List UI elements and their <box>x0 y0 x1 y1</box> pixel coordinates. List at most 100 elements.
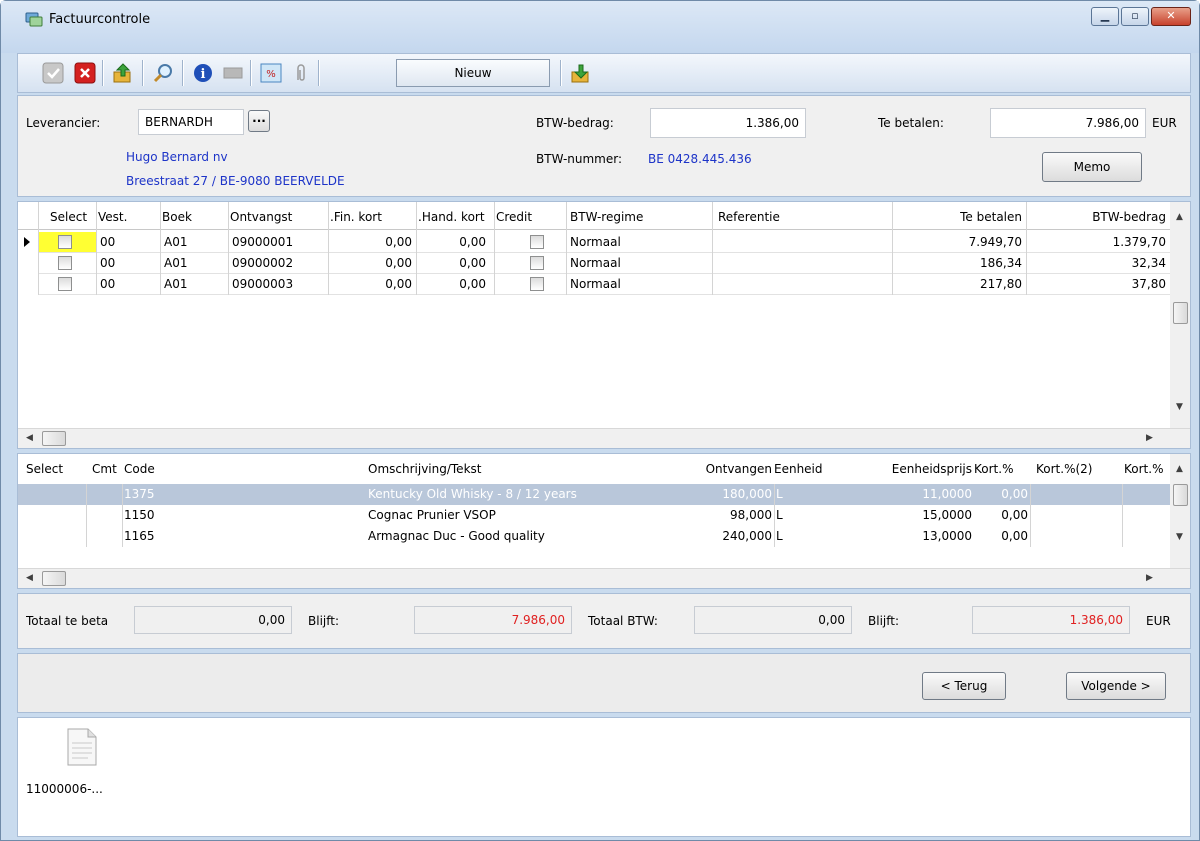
minimize-button[interactable]: ▁ <box>1091 7 1119 26</box>
table-row[interactable]: 1165 Armagnac Duc - Good quality 240,000 L 1… <box>18 526 1170 547</box>
cell-ontvangst: 09000001 <box>232 235 294 249</box>
cell-eenheidsprijs: 15,0000 <box>922 508 972 522</box>
nieuw-button[interactable]: Nieuw <box>396 59 550 87</box>
blank-icon[interactable] <box>222 62 244 84</box>
table-row[interactable]: 00 A01 09000001 0,00 0,00 Normaal 7.949,70 1.37… <box>18 232 1170 253</box>
invoice-hscrollbar[interactable]: ◀ ▶ <box>18 428 1190 448</box>
cell-vest: 00 <box>100 256 116 270</box>
cell-boek: A01 <box>164 277 188 291</box>
svg-text:%: % <box>266 69 276 80</box>
col-boek[interactable]: Boek <box>162 210 222 224</box>
line-col-kort3[interactable]: Kort.% <box>1124 462 1168 476</box>
grid-column-divider <box>96 202 97 295</box>
table-row[interactable]: 00 A01 09000002 0,00 0,00 Normaal 186,34 32,34 <box>18 253 1170 274</box>
credit-checkbox[interactable] <box>530 235 544 249</box>
lines-hscroll-thumb[interactable] <box>42 571 66 586</box>
maximize-button[interactable]: ▫ <box>1121 7 1149 26</box>
col-ontvangst[interactable]: Ontvangst <box>230 210 330 224</box>
cell-eenheidsprijs: 13,0000 <box>922 529 972 543</box>
grid-column-divider <box>892 202 893 295</box>
grid-column-divider <box>160 202 161 295</box>
select-checkbox[interactable] <box>58 277 72 291</box>
grid-column-divider <box>328 202 329 295</box>
line-col-eenheid[interactable]: Eenheid <box>774 462 844 476</box>
row-divider <box>38 294 1170 295</box>
totaal-te-betalen-field[interactable]: 0,00 <box>134 606 292 634</box>
attachment-filename[interactable]: 11000006-... <box>26 782 103 796</box>
btw-bedrag-field[interactable]: 1.386,00 <box>650 108 806 138</box>
invoice-vscroll-thumb[interactable] <box>1173 302 1188 324</box>
col-fin-kort[interactable]: Fin. kort. <box>330 210 414 224</box>
table-row[interactable]: 1375 Kentucky Old Whisky - 8 / 12 years 18… <box>18 484 1170 505</box>
col-select[interactable]: Select <box>50 210 96 224</box>
totaal-btw-field[interactable]: 0,00 <box>694 606 852 634</box>
select-checkbox[interactable] <box>58 256 72 270</box>
cell-kort: 0,00 <box>1001 487 1028 501</box>
cell-code: 1150 <box>124 508 155 522</box>
grid-column-divider <box>774 484 775 547</box>
table-row[interactable]: 1150 Cognac Prunier VSOP 98,000 L 15,0000 0,0… <box>18 505 1170 526</box>
col-credit[interactable]: Credit <box>496 210 556 224</box>
next-button[interactable]: Volgende > <box>1066 672 1166 700</box>
grid-column-divider <box>122 484 123 547</box>
memo-button[interactable]: Memo <box>1042 152 1142 182</box>
col-btw-regime[interactable]: BTW-regime <box>570 210 690 224</box>
line-col-cmt[interactable]: Cmt <box>92 462 122 476</box>
window: Factuurcontrole ▁ ▫ ✕ i % Nieuw Leveranc… <box>0 0 1200 841</box>
line-col-select[interactable]: Select <box>26 462 76 476</box>
lines-vscroll-thumb[interactable] <box>1173 484 1188 506</box>
toolbar-separator <box>560 60 562 86</box>
close-button[interactable]: ✕ <box>1151 7 1191 26</box>
line-col-eenheidsprijs[interactable]: Eenheidsprijs <box>848 462 972 476</box>
info-icon[interactable]: i <box>192 62 214 84</box>
blijft-btw-label: Blijft: <box>868 614 899 628</box>
line-col-code[interactable]: Code <box>124 462 204 476</box>
select-checkbox[interactable] <box>58 235 72 249</box>
toolbar-separator <box>250 60 252 86</box>
supplier-address: Breestraat 27 / BE-9080 BEERVELDE <box>126 174 345 188</box>
navigation-panel: < Terug Volgende > <box>17 653 1191 713</box>
credit-checkbox[interactable] <box>530 256 544 270</box>
blijft-btw-field[interactable]: 1.386,00 <box>972 606 1130 634</box>
col-te-betalen[interactable]: Te betalen <box>898 210 1022 224</box>
invoice-vscrollbar[interactable]: ▲ ▼ <box>1170 202 1190 428</box>
cell-hand-kort: 0,00 <box>459 235 486 249</box>
credit-checkbox[interactable] <box>530 277 544 291</box>
line-col-omschrijving[interactable]: Omschrijving/Tekst <box>368 462 568 476</box>
blijft-te-betalen-field[interactable]: 7.986,00 <box>414 606 572 634</box>
search-icon[interactable] <box>152 62 174 84</box>
cancel-icon[interactable] <box>74 62 96 84</box>
totaal-btw-label: Totaal BTW: <box>588 614 658 628</box>
document-icon[interactable] <box>66 728 98 766</box>
col-btw-bedrag[interactable]: BTW-bedrag <box>1038 210 1166 224</box>
table-row[interactable]: 00 A01 09000003 0,00 0,00 Normaal 217,80 37,80 <box>18 274 1170 295</box>
lines-vscrollbar[interactable]: ▲ ▼ <box>1170 454 1190 568</box>
leverancier-input[interactable]: BERNARDH <box>138 109 244 135</box>
cell-fin-kort: 0,00 <box>385 235 412 249</box>
col-vest[interactable]: Vest. <box>98 210 148 224</box>
cell-boek: A01 <box>164 256 188 270</box>
cell-omschrijving: Kentucky Old Whisky - 8 / 12 years <box>368 487 577 501</box>
line-col-ontvangen[interactable]: Ontvangen <box>668 462 772 476</box>
import-icon[interactable] <box>570 62 592 84</box>
invoice-hscroll-thumb[interactable] <box>42 431 66 446</box>
cell-eenheid: L <box>776 508 783 522</box>
back-button[interactable]: < Terug <box>922 672 1006 700</box>
col-referentie[interactable]: Referentie <box>718 210 838 224</box>
te-betalen-field[interactable]: 7.986,00 <box>990 108 1146 138</box>
cell-ontvangen: 180,000 <box>722 487 772 501</box>
lines-hscrollbar[interactable]: ◀ ▶ <box>18 568 1190 588</box>
cell-referentie <box>718 253 888 274</box>
leverancier-lookup-button[interactable]: ... <box>248 110 270 132</box>
cell-btw-bedrag: 32,34 <box>1131 256 1166 270</box>
leverancier-label: Leverancier: <box>26 116 101 130</box>
check-icon[interactable] <box>42 62 64 84</box>
export-icon[interactable] <box>112 62 134 84</box>
line-col-kort2[interactable]: Kort.%(2) <box>1036 462 1120 476</box>
grid-column-divider <box>566 202 567 295</box>
line-col-kort[interactable]: Kort.% <box>974 462 1034 476</box>
attachment-icon[interactable] <box>290 62 312 84</box>
toolbar-separator <box>318 60 320 86</box>
percent-icon[interactable]: % <box>260 62 282 84</box>
col-hand-kort[interactable]: Hand. kort. <box>418 210 488 224</box>
